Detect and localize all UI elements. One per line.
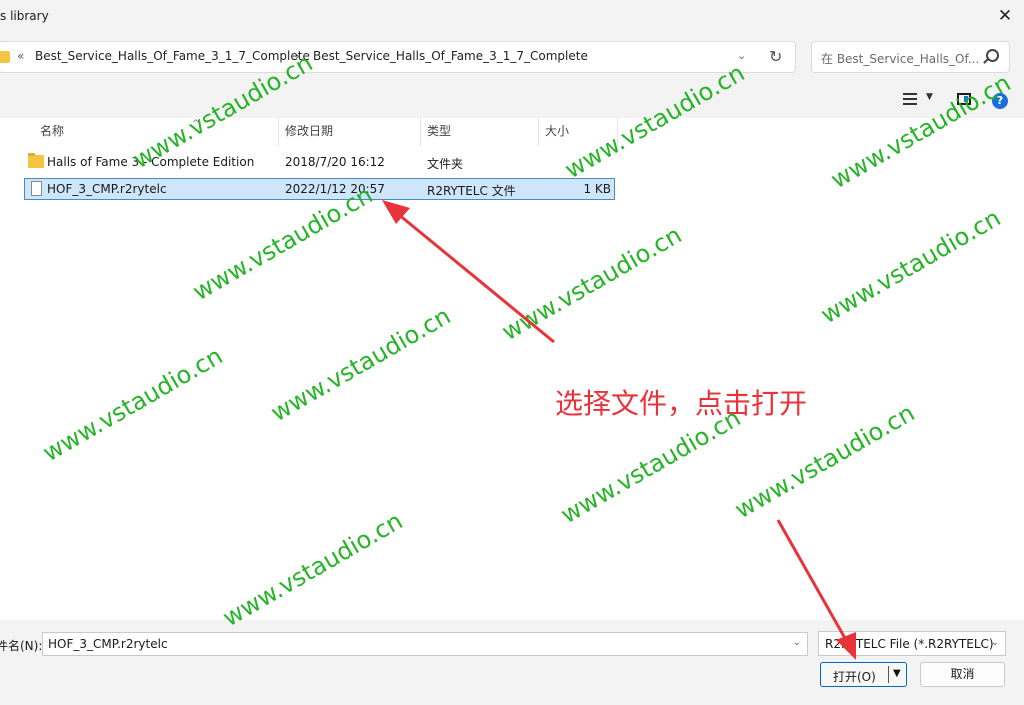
filename-field[interactable]: HOF_3_CMP.r2rytelc ⌄ xyxy=(42,632,808,656)
window-title: s library xyxy=(0,9,49,23)
search-icon[interactable] xyxy=(986,49,999,62)
filetype-value: R2RYTELC File (*.R2RYTELC) xyxy=(825,637,994,651)
cancel-button[interactable]: 取消 xyxy=(920,662,1005,687)
folder-icon xyxy=(0,51,10,63)
bottom-bar: 件名(N): HOF_3_CMP.r2rytelc ⌄ R2RYTELC Fil… xyxy=(0,620,1024,705)
search-placeholder: 在 Best_Service_Halls_Of... xyxy=(821,52,980,66)
open-button-label: 打开(O) xyxy=(833,670,876,684)
chevron-down-icon[interactable]: ⌄ xyxy=(793,637,801,648)
file-icon xyxy=(31,181,42,196)
chevron-down-icon[interactable]: ⌄ xyxy=(737,49,746,62)
breadcrumb-item[interactable]: Best_Service_Halls_Of_Fame_3_1_7_Complet… xyxy=(35,49,310,63)
filename-value: HOF_3_CMP.r2rytelc xyxy=(48,637,168,651)
file-name: HOF_3_CMP.r2rytelc xyxy=(47,182,167,196)
back-history-icon[interactable]: « xyxy=(17,49,24,63)
list-view-icon[interactable] xyxy=(903,93,917,105)
file-date: 2018/7/20 16:12 xyxy=(285,155,385,169)
column-header-size[interactable]: 大小 xyxy=(545,122,569,144)
folder-icon xyxy=(28,153,44,168)
title-bar: s library ✕ xyxy=(0,0,1024,32)
file-list: 名称 ^ 修改日期 类型 大小 Halls of Fame 3 - Comple… xyxy=(0,118,1024,620)
annotation-text: 选择文件，点击打开 xyxy=(555,387,808,420)
refresh-icon[interactable]: ↻ xyxy=(769,47,782,66)
toolbar: ▼ ? xyxy=(0,84,1024,118)
split-divider xyxy=(888,666,889,683)
chevron-down-icon[interactable]: ▼ xyxy=(926,92,933,102)
chevron-down-icon[interactable]: ⌄ xyxy=(991,637,999,648)
chevron-down-icon[interactable]: ▼ xyxy=(893,668,901,679)
column-divider[interactable] xyxy=(278,118,279,146)
filename-label: 件名(N): xyxy=(0,639,43,653)
column-header-type[interactable]: 类型 xyxy=(427,122,451,144)
column-header-date[interactable]: 修改日期 xyxy=(285,122,333,144)
search-input[interactable]: 在 Best_Service_Halls_Of... xyxy=(811,41,1010,73)
address-bar[interactable]: « Best_Service_Halls_Of_Fame_3_1_7_Compl… xyxy=(0,41,796,73)
close-button[interactable]: ✕ xyxy=(994,5,1016,27)
filetype-select[interactable]: R2RYTELC File (*.R2RYTELC) ⌄ xyxy=(818,631,1006,656)
file-size: 1 KB xyxy=(583,182,611,196)
column-divider[interactable] xyxy=(420,118,421,146)
list-item[interactable]: HOF_3_CMP.r2rytelc 2022/1/12 20:57 R2RYT… xyxy=(24,178,615,200)
address-row: « Best_Service_Halls_Of_Fame_3_1_7_Compl… xyxy=(0,32,1024,84)
column-divider[interactable] xyxy=(538,118,539,146)
breadcrumb-item[interactable]: Best_Service_Halls_Of_Fame_3_1_7_Complet… xyxy=(313,49,588,63)
open-button[interactable]: 打开(O) ▼ xyxy=(820,662,907,687)
list-item[interactable]: Halls of Fame 3 - Complete Edition 2018/… xyxy=(24,151,615,173)
file-type: 文件夹 xyxy=(427,157,464,171)
file-type: R2RYTELC 文件 xyxy=(427,184,516,198)
